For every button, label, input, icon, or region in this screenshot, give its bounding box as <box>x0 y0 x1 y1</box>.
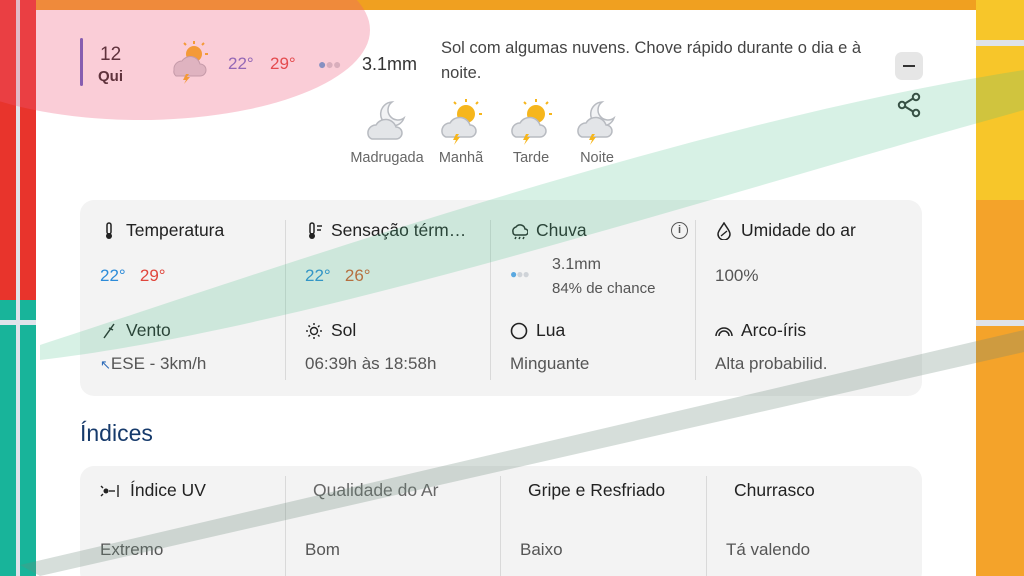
detail-label: Sol <box>331 320 357 340</box>
period-label: Noite <box>580 150 614 166</box>
rainbow-value: Alta probabilid. <box>715 354 828 373</box>
accent-bar <box>80 38 83 86</box>
wind-direction-icon: ↖ <box>100 357 111 372</box>
uv-icon <box>100 484 119 497</box>
moon-icon <box>510 322 528 339</box>
index-value: Bom <box>305 540 340 559</box>
index-label: Churrasco <box>734 480 815 500</box>
minus-icon <box>903 64 915 68</box>
wind-value: ESE - 3km/h <box>110 354 207 373</box>
detail-lua[interactable]: Lua Minguante <box>490 200 695 373</box>
sun-cloud-storm-icon <box>441 99 482 145</box>
share-icon[interactable] <box>896 92 922 118</box>
moon-phase: Minguante <box>510 354 590 373</box>
period-noite[interactable]: Noite <box>552 96 642 166</box>
index-gripe[interactable]: Gripe e Resfriado Baixo <box>500 466 705 576</box>
wind-icon <box>103 323 115 338</box>
day-periods: Madrugada Manhã Tarde Noite <box>342 96 642 196</box>
index-value: Tá valendo <box>726 540 811 559</box>
sun-icon <box>306 322 322 339</box>
detail-arco-iris[interactable]: Arco-íris Alta probabilid. <box>695 200 900 373</box>
collapse-button[interactable] <box>895 52 923 80</box>
detail-label: Lua <box>536 320 566 340</box>
rainbow-icon <box>715 326 733 336</box>
detail-sol[interactable]: Sol 06:39h às 18:58h <box>285 200 490 373</box>
index-uv[interactable]: Índice UV Extremo <box>80 466 285 576</box>
index-churrasco[interactable]: Churrasco Tá valendo <box>706 466 911 576</box>
index-value: Baixo <box>520 540 563 559</box>
moon-cloud-storm-icon <box>577 101 616 145</box>
partly-sunny-storm-icon <box>173 41 208 84</box>
indices-panel: Índice UV Extremo Qualidade do Ar Bom Gr… <box>80 466 922 576</box>
detail-vento[interactable]: Vento ↖ESE - 3km/h <box>80 200 285 373</box>
index-value: Extremo <box>100 540 164 559</box>
day-name: Qui <box>98 68 123 85</box>
day-temp-max: 29° <box>270 54 296 73</box>
day-rain-mm: 3.1mm <box>362 54 418 74</box>
cloud-moon-icon <box>367 101 406 140</box>
day-number: 12 <box>100 44 122 65</box>
sun-cloud-storm-icon <box>511 99 552 145</box>
index-label: Qualidade do Ar <box>313 480 439 500</box>
forecast-content: 12 Qui 22° 29° ●●● 3.1mm Sol com algumas… <box>80 10 923 576</box>
day-summary-row[interactable]: 12 Qui 22° 29° ●●● 3.1mm Sol com algumas… <box>80 26 923 86</box>
index-label: Gripe e Resfriado <box>528 480 666 500</box>
detail-label: Vento <box>126 320 171 340</box>
sun-times: 06:39h às 18:58h <box>305 354 437 373</box>
detail-label: Arco-íris <box>741 320 807 340</box>
index-qualidade-ar[interactable]: Qualidade do Ar Bom <box>285 466 490 576</box>
index-label: Índice UV <box>130 480 206 500</box>
day-temp-min: 22° <box>228 54 254 73</box>
details-panel: Temperatura 22° 29° Sensação térm… 22° 2… <box>80 200 922 396</box>
rain-drops-icon: ●●● <box>318 56 341 72</box>
forecast-card: 12 Qui 22° 29° ●●● 3.1mm Sol com algumas… <box>36 10 976 576</box>
indices-title: Índices <box>80 420 153 446</box>
day-description: Sol com algumas nuvens. Chove rápido dur… <box>441 39 862 82</box>
